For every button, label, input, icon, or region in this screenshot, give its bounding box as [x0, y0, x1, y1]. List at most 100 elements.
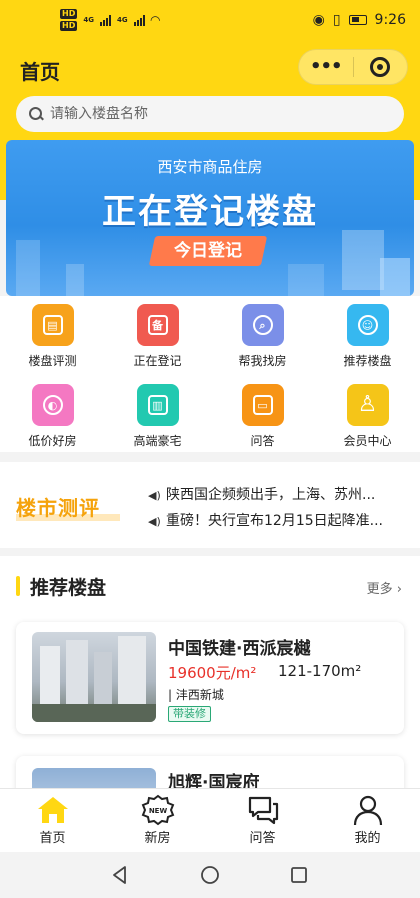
member-icon: ♙ [346, 384, 389, 426]
network-label: 4G [83, 16, 94, 24]
home-circle-icon [201, 866, 219, 884]
listing-name: 旭辉·国宸府 [168, 773, 260, 788]
recommend-section: 推荐楼盘 更多 › 中国铁建·西派宸樾 19600元/m² 121-170m² … [0, 556, 420, 788]
grid-glyph: ▥ [147, 395, 168, 415]
listing-tag: 带装修 [168, 706, 211, 722]
status-left: HD HD 4G 4G ◠ [60, 9, 160, 31]
find-house-icon: ⌕ [241, 304, 284, 346]
ground-graphic [32, 704, 156, 722]
battery-icon [348, 15, 367, 25]
tab-label: 新房 [144, 831, 171, 846]
new-badge-icon: NEW [105, 793, 210, 827]
grid-label: 问答 [250, 434, 275, 448]
status-bar: HD HD 4G 4G ◠ ◉ ▯ 9:26 [0, 0, 420, 44]
bottom-tab-bar: 首页 NEW 新房 问答 我的 [0, 788, 420, 852]
home-button[interactable] [200, 865, 220, 889]
news-item-text: 重磅！央行宣布12月15日起降准... [166, 513, 383, 529]
page-title: 首页 [20, 60, 60, 84]
hd-badge: HD [60, 21, 78, 31]
grid-item-low-price[interactable]: ◐ 低价好房 [0, 384, 105, 449]
grid-glyph: ▤ [42, 315, 63, 335]
home-icon [0, 793, 105, 827]
listing-card[interactable]: 中国铁建·西派宸樾 19600元/m² 121-170m² | 沣西新城 带装修 [16, 622, 404, 734]
tab-label: 问答 [249, 831, 276, 846]
search-bar[interactable] [16, 96, 404, 132]
search-input[interactable] [50, 106, 350, 122]
grid-item-find-house[interactable]: ⌕ 帮我找房 [210, 304, 315, 369]
tab-new-house[interactable]: NEW 新房 [105, 793, 210, 846]
speaker-icon: ◀) [148, 515, 161, 528]
recents-square-icon [291, 867, 307, 883]
person-icon [315, 793, 420, 827]
news-item[interactable]: ◀) 陕西国企频频出手，上海、苏州... [148, 484, 406, 504]
news-title[interactable]: 楼市测评 [16, 492, 100, 521]
listing-card[interactable]: 旭辉·国宸府 [16, 756, 404, 788]
section-accent-bar [16, 576, 20, 596]
grid-item-mansion[interactable]: ▥ 高端豪宅 [105, 384, 210, 449]
grid-glyph: ♙ [357, 392, 378, 417]
eye-icon: ◉ [312, 12, 325, 28]
listing-district: | 沣西新城 [168, 688, 224, 702]
listing-price: 19600元/m² [168, 664, 257, 682]
new-badge-text: NEW [148, 807, 167, 815]
building-graphic [342, 230, 384, 290]
news-item-text: 陕西国企频频出手，上海、苏州... [166, 487, 376, 503]
building-graphic [288, 264, 324, 296]
wifi-icon: ◠ [150, 13, 160, 27]
banner-subtitle: 西安市商品住房 [157, 158, 263, 176]
building-report-icon: ▤ [31, 304, 74, 346]
mansion-icon: ▥ [136, 384, 179, 426]
recents-button[interactable] [289, 865, 309, 889]
close-miniprogram-button[interactable] [353, 57, 407, 77]
grid-item-member[interactable]: ♙ 会员中心 [315, 384, 420, 449]
clock-time: 9:26 [374, 12, 406, 28]
news-ticker: 楼市测评 ◀) 陕西国企频频出手，上海、苏州... ◀) 重磅！央行宣布12月15日… [0, 462, 420, 548]
banner-headline: 正在登记楼盘 [102, 192, 318, 232]
grid-label: 帮我找房 [238, 354, 287, 368]
building-graphic [16, 240, 40, 296]
low-price-icon: ◐ [31, 384, 74, 426]
grid-item-recommend[interactable]: ☺ 推荐楼盘 [315, 304, 420, 369]
banner-button[interactable]: 今日登记 [148, 236, 268, 266]
signal-icon [133, 14, 145, 26]
back-triangle-icon [113, 866, 126, 884]
chat-icon [210, 793, 315, 827]
tower-graphic [118, 636, 146, 706]
grid-glyph: ◐ [42, 395, 63, 415]
signal-icon [99, 14, 111, 26]
grid-glyph: 备 [147, 315, 168, 335]
grid-label: 会员中心 [343, 434, 392, 448]
register-shield-icon: 备 [136, 304, 179, 346]
promo-banner[interactable]: 西安市商品住房 正在登记楼盘 今日登记 [6, 140, 414, 296]
more-menu-button[interactable]: ••• [299, 58, 353, 76]
back-button[interactable] [110, 865, 130, 889]
grid-glyph: ▭ [252, 395, 273, 415]
hd-badge: HD [60, 9, 78, 19]
grid-label: 正在登记 [133, 354, 182, 368]
news-item[interactable]: ◀) 重磅！央行宣布12月15日起降准... [148, 510, 406, 530]
section-title: 推荐楼盘 [30, 577, 107, 599]
qa-icon: ▭ [241, 384, 284, 426]
tower-graphic [94, 652, 112, 706]
tab-mine[interactable]: 我的 [315, 793, 420, 846]
listing-name: 中国铁建·西派宸樾 [168, 639, 311, 659]
grid-item-building-review[interactable]: ▤ 楼盘评测 [0, 304, 105, 369]
feature-grid: ▤ 楼盘评测 备 正在登记 ⌕ 帮我找房 ☺ 推荐楼盘 ◐ 低价好房 ▥ 高端豪… [0, 296, 420, 452]
system-nav-bar [0, 852, 420, 898]
tab-home[interactable]: 首页 [0, 793, 105, 846]
more-link[interactable]: 更多 › [367, 578, 402, 597]
recommend-icon: ☺ [346, 304, 389, 346]
grid-item-qa[interactable]: ▭ 问答 [210, 384, 315, 449]
grid-label: 推荐楼盘 [343, 354, 392, 368]
speaker-icon: ◀) [148, 489, 161, 502]
grid-label: 高端豪宅 [133, 434, 182, 448]
tab-label: 我的 [354, 831, 381, 846]
grid-label: 楼盘评测 [28, 354, 77, 368]
tab-label: 首页 [39, 831, 66, 846]
building-graphic [380, 258, 410, 296]
grid-glyph: ⌕ [252, 315, 273, 335]
banner-button-label: 今日登记 [174, 241, 242, 261]
tab-qa[interactable]: 问答 [210, 793, 315, 846]
grid-item-registering[interactable]: 备 正在登记 [105, 304, 210, 369]
tower-graphic [40, 646, 60, 706]
